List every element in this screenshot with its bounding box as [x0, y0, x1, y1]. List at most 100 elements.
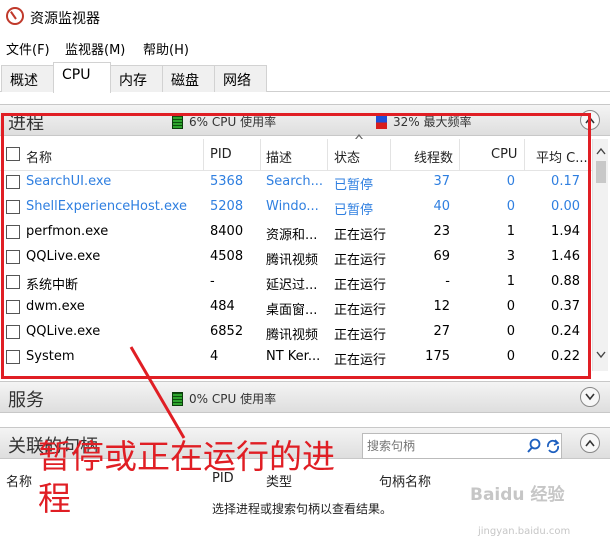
process-checkbox[interactable] [6, 325, 20, 339]
process-status: 正在运行 [334, 303, 387, 318]
handles-column-pid[interactable]: PID [212, 471, 234, 486]
menu-file[interactable]: 文件(F) [6, 39, 50, 58]
process-checkbox[interactable] [6, 250, 20, 264]
process-checkbox[interactable] [6, 225, 20, 239]
processes-max-frequency-label: 32% 最大频率 [393, 115, 472, 129]
process-row[interactable]: System 4 NT Ker... 正在运行 175 0 0.22 [0, 345, 592, 370]
select-all-checkbox[interactable] [6, 147, 20, 161]
process-pid: - [210, 274, 215, 289]
chevron-down-icon [585, 393, 595, 401]
search-icon[interactable] [526, 438, 542, 454]
process-name: QQLive.exe [26, 324, 101, 339]
process-row[interactable]: QQLive.exe 6852 腾讯视频 正在运行 27 0 0.24 [0, 320, 592, 345]
menu-help[interactable]: 帮助(H) [143, 39, 189, 58]
processes-max-frequency: 32% 最大频率 [376, 113, 472, 130]
process-name: ShellExperienceHost.exe [26, 199, 188, 214]
scroll-up-icon[interactable] [596, 147, 606, 155]
column-cpu[interactable]: CPU [491, 147, 517, 162]
process-table-scrollbar[interactable] [592, 139, 608, 371]
column-divider[interactable] [260, 139, 261, 171]
column-average-cpu[interactable]: 平均 C... [536, 147, 588, 166]
process-status: 已暂停 [334, 178, 374, 193]
process-status: 正在运行 [334, 253, 387, 268]
processes-title: 进程 [8, 113, 44, 134]
process-checkbox[interactable] [6, 275, 20, 289]
watermark-url: jingyan.baidu.com [478, 526, 571, 537]
tab-memory[interactable]: 内存 [110, 65, 163, 92]
process-row[interactable]: 系统中断 - 延迟过... 正在运行 - 1 0.88 [0, 270, 592, 295]
process-average-cpu: 0.88 [551, 274, 580, 289]
handles-collapse-button[interactable] [580, 433, 600, 453]
process-description: Search... [266, 174, 324, 189]
column-divider[interactable] [524, 139, 525, 171]
services-section-header[interactable]: 服务 0% CPU 使用率 [0, 381, 610, 413]
process-threads: 27 [433, 324, 450, 339]
tab-disk[interactable]: 磁盘 [162, 65, 215, 92]
column-description[interactable]: 描述 [266, 147, 292, 166]
services-cpu-usage: 0% CPU 使用率 [172, 390, 276, 407]
column-divider[interactable] [459, 139, 460, 171]
column-status[interactable]: 状态 [334, 147, 360, 166]
handles-search-box[interactable] [362, 433, 562, 459]
scroll-thumb[interactable] [596, 161, 606, 183]
handles-column-type[interactable]: 类型 [266, 471, 292, 490]
column-name[interactable]: 名称 [26, 147, 52, 166]
process-row[interactable]: dwm.exe 484 桌面窗... 正在运行 12 0 0.37 [0, 295, 592, 320]
resource-monitor-app-icon [6, 7, 24, 25]
process-cpu: 0 [506, 174, 515, 189]
services-expand-button[interactable] [580, 387, 600, 407]
scroll-down-icon[interactable] [596, 351, 606, 359]
process-description: 腾讯视频 [266, 328, 319, 343]
menu-monitor[interactable]: 监视器(M) [65, 39, 125, 58]
tab-strip: 概述 CPU 内存 磁盘 网络 [0, 62, 610, 93]
tab-overview[interactable]: 概述 [1, 65, 54, 92]
handles-search-input[interactable] [367, 437, 517, 455]
cpu-usage-swatch [172, 115, 183, 129]
handles-column-name[interactable]: 名称 [6, 471, 32, 490]
cpu-usage-swatch [172, 392, 183, 406]
column-divider[interactable] [390, 139, 391, 171]
column-pid[interactable]: PID [210, 147, 232, 162]
process-description: 延迟过... [266, 278, 318, 293]
processes-collapse-button[interactable] [580, 110, 600, 130]
process-pid: 6852 [210, 324, 244, 339]
processes-section-header[interactable]: 进程 6% CPU 使用率 32% 最大频率 [0, 104, 610, 136]
column-divider[interactable] [327, 139, 328, 171]
process-checkbox[interactable] [6, 350, 20, 364]
process-checkbox[interactable] [6, 300, 20, 314]
process-cpu: 0 [506, 299, 515, 314]
process-row[interactable]: perfmon.exe 8400 资源和... 正在运行 23 1 1.94 [0, 220, 592, 245]
process-threads: 37 [433, 174, 450, 189]
baidu-jingyan-watermark: Baidu 经验 [470, 485, 565, 505]
process-checkbox[interactable] [6, 200, 20, 214]
max-frequency-swatch [376, 115, 387, 129]
chevron-up-icon [585, 439, 595, 447]
column-threads[interactable]: 线程数 [414, 147, 453, 166]
process-row[interactable]: ShellExperienceHost.exe 5208 Windo... 已暂… [0, 195, 592, 220]
process-cpu: 0 [506, 349, 515, 364]
process-threads: - [445, 274, 450, 289]
process-pid: 5368 [210, 174, 244, 189]
process-row[interactable]: QQLive.exe 4508 腾讯视频 正在运行 69 3 1.46 [0, 245, 592, 270]
column-divider[interactable] [203, 139, 204, 171]
process-threads: 175 [425, 349, 450, 364]
process-threads: 12 [433, 299, 450, 314]
process-average-cpu: 0.17 [551, 174, 580, 189]
handles-title: 关联的句柄 [8, 436, 98, 457]
handles-empty-message: 选择进程或搜索句柄以查看结果。 [212, 502, 393, 516]
process-threads: 23 [433, 224, 450, 239]
processes-cpu-usage: 6% CPU 使用率 [172, 113, 276, 130]
process-threads: 69 [433, 249, 450, 264]
process-pid: 5208 [210, 199, 244, 214]
handles-column-handle-name[interactable]: 句柄名称 [379, 471, 431, 490]
process-checkbox[interactable] [6, 175, 20, 189]
processes-cpu-usage-label: 6% CPU 使用率 [189, 115, 277, 129]
services-cpu-usage-label: 0% CPU 使用率 [189, 392, 277, 406]
process-table-header: 名称 PID 描述 状态 线程数 CPU 平均 C... [0, 139, 592, 171]
refresh-icon[interactable] [545, 438, 561, 454]
tab-network[interactable]: 网络 [214, 65, 267, 92]
process-name: SearchUI.exe [26, 174, 112, 189]
process-cpu: 3 [506, 249, 515, 264]
process-row[interactable]: SearchUI.exe 5368 Search... 已暂停 37 0 0.1… [0, 170, 592, 195]
tab-cpu[interactable]: CPU [53, 62, 111, 93]
